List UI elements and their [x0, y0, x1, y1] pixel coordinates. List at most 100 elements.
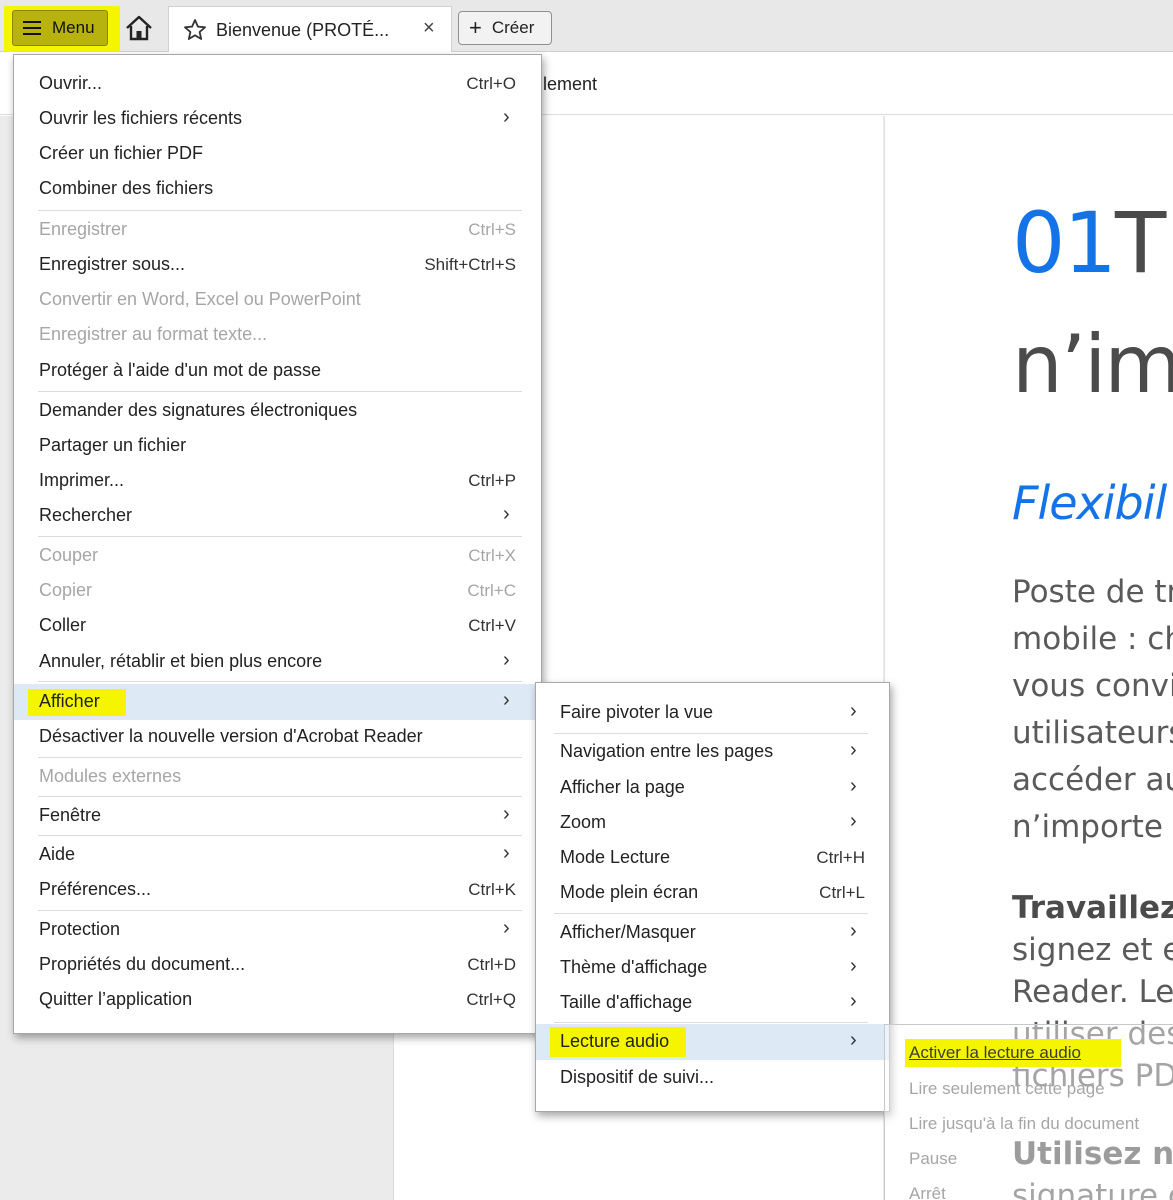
- menu-item-label: Quitter l’application: [39, 989, 193, 1009]
- menu-item-label: Copier: [39, 580, 93, 600]
- audio-item-activate[interactable]: Activer la lecture audio: [909, 1043, 1081, 1063]
- create-button[interactable]: + Créer: [458, 11, 552, 45]
- submenu-item-page-display[interactable]: Afficher la page ›: [536, 770, 889, 805]
- submenu-item-tracker[interactable]: Dispositif de suivi...: [536, 1060, 889, 1095]
- menu-item-combine-files[interactable]: Combiner des fichiers: [14, 171, 541, 206]
- menu-item-create-pdf[interactable]: Créer un fichier PDF: [14, 136, 541, 171]
- home-icon[interactable]: [124, 14, 154, 42]
- menu-item-undo-redo[interactable]: Annuler, rétablir et bien plus encore ›: [14, 644, 541, 679]
- menu-item-plugins: Modules externes: [14, 759, 541, 794]
- submenu-item-reading-mode[interactable]: Mode Lecture Ctrl+H: [536, 840, 889, 875]
- audio-item-read-to-end: Lire jusqu'à la fin du document: [909, 1114, 1140, 1133]
- menu-item-label: Coller: [39, 615, 87, 635]
- menu-item-label: Taille d'affichage: [560, 992, 693, 1012]
- menu-item-save-as[interactable]: Enregistrer sous... Shift+Ctrl+S: [14, 247, 541, 282]
- submenu-item-rotate-view[interactable]: Faire pivoter la vue ›: [536, 695, 889, 730]
- menu-button[interactable]: Menu: [12, 10, 108, 46]
- menu-item-save: Enregistrer Ctrl+S: [14, 212, 541, 247]
- menu-item-quit[interactable]: Quitter l’application Ctrl+Q: [14, 982, 541, 1017]
- menu-item-window[interactable]: Fenêtre ›: [14, 798, 541, 833]
- submenu-item-display-size[interactable]: Taille d'affichage ›: [536, 985, 889, 1020]
- menu-item-label: Rechercher: [39, 505, 133, 525]
- menu-item-label: Lecture audio: [560, 1031, 670, 1051]
- submenu-item-zoom[interactable]: Zoom ›: [536, 805, 889, 840]
- menu-item-help[interactable]: Aide ›: [14, 837, 541, 872]
- page-paragraph-line: signez et env: [1012, 932, 1173, 968]
- menu-item-save-as-text: Enregistrer au format texte...: [14, 317, 541, 352]
- menu-item-label: Aide: [39, 844, 76, 864]
- menu-separator: [38, 835, 522, 836]
- menu-item-shortcut: Ctrl+O: [466, 74, 516, 93]
- menu-item-shortcut: Ctrl+V: [468, 616, 516, 635]
- menu-item-label: Modules externes: [39, 766, 182, 786]
- submenu-item-display-theme[interactable]: Thème d'affichage ›: [536, 950, 889, 985]
- menu-item-label: Fenêtre: [39, 805, 102, 825]
- menu-item-shortcut: Ctrl+Q: [466, 990, 516, 1009]
- menu-item-label: Couper: [39, 545, 99, 565]
- page-paragraph-line: accéder au: [1012, 762, 1173, 798]
- menu-item-label: Désactiver la nouvelle version d'Acrobat…: [39, 726, 423, 746]
- menu-item-label: Afficher/Masquer: [560, 922, 696, 942]
- menu-item-label: Faire pivoter la vue: [560, 702, 714, 722]
- menu-item-protect-password[interactable]: Protéger à l'aide d'un mot de passe: [14, 353, 541, 388]
- menu-item-label: Combiner des fichiers: [39, 178, 214, 198]
- plus-icon: +: [469, 15, 482, 40]
- submenu-item-show-hide[interactable]: Afficher/Masquer ›: [536, 915, 889, 950]
- menu-item-label: Propriétés du document...: [39, 954, 246, 974]
- menu-item-protection[interactable]: Protection ›: [14, 912, 541, 947]
- star-icon[interactable]: [183, 18, 207, 47]
- menu-item-search[interactable]: Rechercher ›: [14, 498, 541, 533]
- menu-item-label: Afficher: [39, 691, 100, 711]
- chevron-right-icon: ›: [850, 810, 857, 832]
- menu-item-shortcut: Ctrl+L: [819, 883, 865, 902]
- menu-item-label: Navigation entre les pages: [560, 741, 774, 761]
- document-tab[interactable]: Bienvenue (PROTÉ... ×: [168, 6, 452, 52]
- page-heading-line2: n’im: [1012, 318, 1173, 411]
- page-paragraph-line: Reader. Les a: [1012, 974, 1173, 1010]
- menu-item-label: Annuler, rétablir et bien plus encore: [39, 651, 323, 671]
- page-heading-number: 01: [1012, 194, 1117, 292]
- menu-item-open[interactable]: Ouvrir... Ctrl+O: [14, 66, 541, 101]
- menu-item-share-file[interactable]: Partager un fichier: [14, 428, 541, 463]
- menu-item-label: Protéger à l'aide d'un mot de passe: [39, 360, 322, 380]
- audio-item-pause: Pause: [909, 1149, 958, 1168]
- menu-separator: [554, 1022, 868, 1023]
- menu-item-print[interactable]: Imprimer... Ctrl+P: [14, 463, 541, 498]
- menu-item-convert-office: Convertir en Word, Excel ou PowerPoint: [14, 282, 541, 317]
- menu-item-label: Zoom: [560, 812, 607, 832]
- page-paragraph-line: utilisateurs: [1012, 715, 1173, 751]
- close-icon[interactable]: ×: [423, 17, 435, 40]
- submenu-item-full-screen[interactable]: Mode plein écran Ctrl+L: [536, 875, 889, 910]
- menu-item-label: Enregistrer au format texte...: [39, 324, 268, 344]
- hamburger-icon: [23, 21, 41, 35]
- document-tab-title: Bienvenue (PROTÉ...: [216, 20, 390, 40]
- menu-item-view[interactable]: Afficher ›: [14, 684, 541, 720]
- toolbar-partial-text: lement: [543, 74, 598, 94]
- menu-item-copy: Copier Ctrl+C: [14, 573, 541, 608]
- chevron-right-icon: ›: [850, 700, 857, 722]
- menu-item-label: Mode plein écran: [560, 882, 699, 902]
- menu-item-disable-new-version[interactable]: Désactiver la nouvelle version d'Acrobat…: [14, 719, 541, 754]
- menu-item-preferences[interactable]: Préférences... Ctrl+K: [14, 872, 541, 907]
- submenu-item-page-navigation[interactable]: Navigation entre les pages ›: [536, 734, 889, 769]
- menu-item-label: Ouvrir les fichiers récents: [39, 108, 243, 128]
- menu-item-label: Enregistrer: [39, 219, 128, 239]
- page-subtitle: Flexibil: [1012, 476, 1167, 530]
- menu-item-label: Thème d'affichage: [560, 957, 708, 977]
- menu-item-label: Demander des signatures électroniques: [39, 400, 358, 420]
- submenu-item-read-aloud[interactable]: Lecture audio ›: [536, 1024, 889, 1060]
- chevron-right-icon: ›: [850, 920, 857, 942]
- page-paragraph-line: vous convie: [1012, 668, 1173, 704]
- tab-bar: Menu Bienvenue (PROTÉ... × + Créer: [0, 0, 1173, 54]
- menu-separator: [554, 913, 868, 914]
- menu-item-document-properties[interactable]: Propriétés du document... Ctrl+D: [14, 947, 541, 982]
- chevron-right-icon: ›: [503, 803, 510, 825]
- menu-item-recent-files[interactable]: Ouvrir les fichiers récents ›: [14, 101, 541, 136]
- chevron-right-icon: ›: [503, 917, 510, 939]
- menu-item-paste[interactable]: Coller Ctrl+V: [14, 608, 541, 643]
- menu-item-request-signatures[interactable]: Demander des signatures électroniques: [14, 393, 541, 428]
- menu-item-label: Afficher la page: [560, 777, 685, 797]
- page-bold-line: Travaillez s: [1012, 890, 1173, 926]
- menu-item-label: Ouvrir...: [39, 73, 103, 93]
- menu-item-label: Créer un fichier PDF: [39, 143, 204, 163]
